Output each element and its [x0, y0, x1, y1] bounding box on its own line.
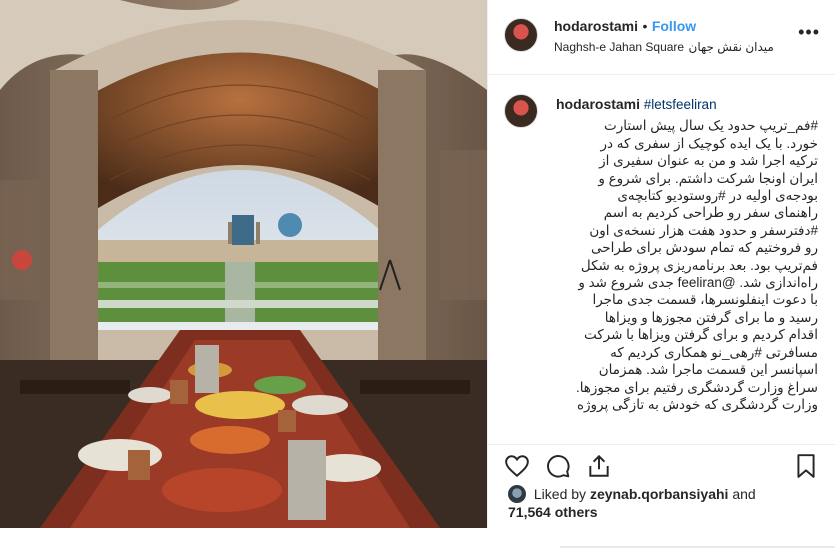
post-actions: Liked by zeynab.qorbansiyahi and 71,564 … [488, 444, 835, 529]
author-line: hodarostami • Follow [554, 18, 696, 36]
caption-line: مسافرتی #رهی_نو همکاری کردیم که [610, 344, 818, 360]
post-sidebar: hodarostami • Follow Naghsh-e Jahan Squa… [487, 0, 835, 528]
bookmark-icon[interactable] [793, 453, 819, 479]
location-farsi[interactable]: میدان نقش جهان [689, 40, 774, 54]
caption-line: فم‌تریپ بود. بعد برنامه‌ریزی پروژه به شک… [580, 257, 818, 273]
author-username[interactable]: hodarostami [554, 18, 638, 34]
post-photo[interactable] [0, 0, 487, 528]
caption-line: راهنمای سفر رو طراحی کردیم به اسم [603, 205, 818, 221]
caption-username[interactable]: hodarostami [556, 96, 640, 112]
caption-line: راه‌اندازی شد. @feeliran جدی شروع شد و [578, 275, 818, 291]
caption-line: ایران اونجا شرکت داشتم. برای شروع و [598, 170, 818, 186]
author-avatar[interactable] [504, 18, 538, 52]
caption-area: hodarostami #letsfeeliran #فم_تریپ حدود … [488, 74, 835, 446]
caption-line: وزارت گردشگری که خودش به تازگی پروژه [576, 396, 818, 412]
instagram-post: hodarostami • Follow Naghsh-e Jahan Squa… [0, 0, 835, 528]
likes-summary: Liked by zeynab.qorbansiyahi and 71,564 … [508, 485, 756, 521]
caption-header: hodarostami #letsfeeliran [556, 96, 818, 113]
caption-line: اسپانسر این قسمت ماجرا شد. همزمان [598, 362, 818, 378]
caption-body: #فم_تریپ حدود یک سال پیش استارت خورد. با… [556, 117, 818, 413]
caption-line: رو فروختیم که تمام سودش برای طراحی [591, 240, 818, 256]
location-latin[interactable]: Naghsh-e Jahan Square [554, 40, 684, 54]
comment-icon[interactable] [545, 453, 571, 479]
caption-text: hodarostami #letsfeeliran #فم_تریپ حدود … [556, 96, 818, 413]
liked-by-and: and [732, 486, 756, 502]
photo-illustration [0, 0, 487, 528]
caption-line: اقدام کردیم و برای گرفتن ویزاها با شرکت [583, 327, 818, 343]
caption-hashtag[interactable]: #letsfeeliran [644, 97, 717, 112]
divider [560, 546, 835, 548]
more-horizontal-icon[interactable]: ••• [798, 22, 820, 43]
caption-line: خورد. با یک ایده کوچیک از سفری که در [600, 135, 818, 151]
caption-line: ترکیه اجرا شد و من به عنوان سفیری از [599, 153, 818, 169]
separator-dot: • [642, 18, 648, 34]
caption-author-avatar[interactable] [504, 94, 538, 128]
share-icon[interactable] [586, 453, 612, 479]
caption-line: با دعوت اینفلونسرها، قسمت جدی ماجرا [592, 292, 818, 308]
liker-avatar[interactable] [508, 485, 526, 503]
liked-by-user[interactable]: zeynab.qorbansiyahi [590, 486, 728, 502]
post-header: hodarostami • Follow Naghsh-e Jahan Squa… [488, 0, 835, 75]
caption-line: رسید و ما برای گرفتن مجوزها و ویزاها [604, 309, 818, 325]
location-line[interactable]: Naghsh-e Jahan Square میدان نقش جهان [554, 38, 774, 56]
caption-line: #دفترسفر و حدود هفت هزار نسخه‌ی اون [589, 222, 818, 238]
liked-by-prefix: Liked by [533, 486, 587, 502]
caption-line: بودجه‌ی اولیه در #روستودیو کتابچه‌ی [617, 188, 818, 204]
heart-icon[interactable] [504, 453, 530, 479]
caption-line: #فم_تریپ حدود یک سال پیش استارت [604, 118, 818, 134]
follow-button[interactable]: Follow [652, 18, 696, 34]
caption-line: سراغ وزارت گردشگری رفتیم برای مجوزها. [575, 379, 818, 395]
likes-count[interactable]: 71,564 others [508, 504, 598, 520]
